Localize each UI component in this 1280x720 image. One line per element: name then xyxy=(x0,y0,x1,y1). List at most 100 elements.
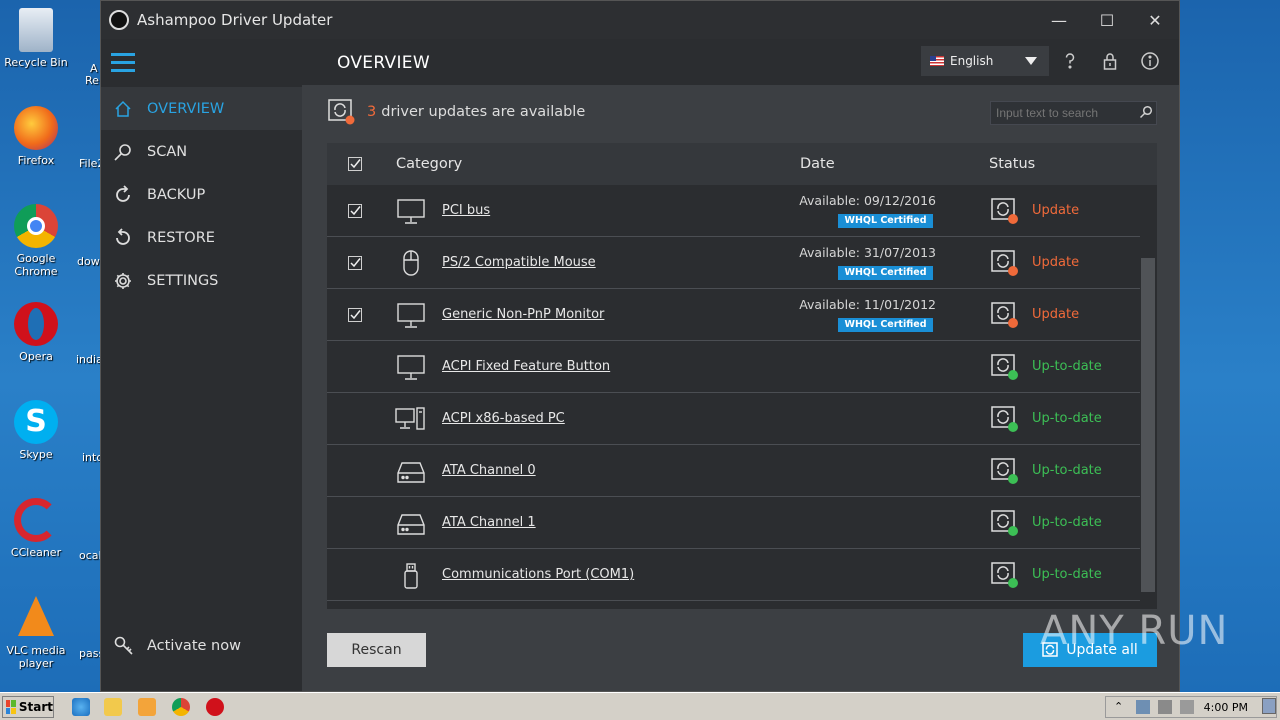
updates-text: driver updates are available xyxy=(381,104,586,120)
available-date: Available: 11/01/2012 xyxy=(799,297,936,312)
status-label: Up-to-date xyxy=(1032,359,1102,374)
desktop-icon-chrome[interactable]: Google Chrome xyxy=(0,204,72,278)
device-name-link[interactable]: Generic Non-PnP Monitor xyxy=(442,307,604,322)
magnifier-icon xyxy=(114,143,131,161)
status-label[interactable]: Update xyxy=(1032,255,1079,270)
status-label: Up-to-date xyxy=(1032,463,1102,478)
column-header-date[interactable]: Date xyxy=(800,156,835,172)
help-icon[interactable] xyxy=(1060,51,1080,71)
info-icon[interactable] xyxy=(1140,51,1160,71)
explorer-taskbar-icon[interactable] xyxy=(104,698,122,716)
sidebar-item-backup[interactable]: BACKUP xyxy=(101,173,302,216)
desktop-icon-label: Google Chrome xyxy=(14,252,58,278)
table-header: Category Date Status xyxy=(327,143,1157,185)
maximize-button[interactable]: ☐ xyxy=(1083,1,1131,39)
device-name-link[interactable]: ATA Channel 1 xyxy=(442,515,536,530)
drivers-table: Category Date Status PCI bus Available: 0… xyxy=(327,143,1157,609)
main-content: 3 driver updates are available Category … xyxy=(302,85,1179,691)
select-all-checkbox[interactable] xyxy=(348,157,362,171)
tray-expand-icon[interactable]: ⌃ xyxy=(1114,700,1128,714)
close-button[interactable]: ✕ xyxy=(1131,1,1179,39)
desktop-icon-vlc[interactable]: VLC media player xyxy=(0,596,72,670)
checkmark-icon xyxy=(350,310,361,320)
rescan-button[interactable]: Rescan xyxy=(327,633,426,667)
device-name-link[interactable]: Communications Port (COM1) xyxy=(442,567,634,582)
device-name-link[interactable]: ATA Channel 0 xyxy=(442,463,536,478)
status-label[interactable]: Update xyxy=(1032,203,1079,218)
device-name-link[interactable]: ACPI Fixed Feature Button xyxy=(442,359,610,374)
key-icon xyxy=(114,636,133,655)
table-row[interactable]: ATA Channel 0 Up-to-date xyxy=(327,445,1140,497)
desktop-icon-label: Recycle Bin xyxy=(4,56,68,69)
desktop-icon-skype[interactable]: S Skype xyxy=(0,400,72,461)
table-row[interactable]: ACPI Fixed Feature Button Up-to-date xyxy=(327,341,1140,393)
table-row[interactable]: Generic Non-PnP Monitor Available: 11/01/… xyxy=(327,289,1140,341)
desktop-icon-label: Firefox xyxy=(17,154,55,167)
table-row[interactable]: ACPI x86-based PC Up-to-date xyxy=(327,393,1140,445)
available-date: Available: 31/07/2013 xyxy=(799,245,936,260)
status-label[interactable]: Update xyxy=(1032,307,1079,322)
ie-taskbar-icon[interactable] xyxy=(72,698,90,716)
sidebar-item-label: SETTINGS xyxy=(147,272,219,289)
monitor-icon xyxy=(397,355,425,380)
row-checkbox[interactable] xyxy=(348,308,362,322)
app-window: Ashampoo Driver Updater — ☐ ✕ OVERVIEW S… xyxy=(100,0,1180,692)
device-name-link[interactable]: PCI bus xyxy=(442,203,490,218)
desktop-icon-recycle-bin[interactable]: Recycle Bin xyxy=(0,8,72,69)
system-tray: ⌃ 4:00 PM xyxy=(1105,696,1277,718)
up-to-date-status-icon xyxy=(991,510,1018,536)
watermark-text: ANY RUN xyxy=(1040,608,1229,654)
title-bar[interactable]: Ashampoo Driver Updater — ☐ ✕ xyxy=(101,1,1179,39)
table-row[interactable]: Communications Port (COM1) Up-to-date xyxy=(327,549,1140,601)
skype-icon: S xyxy=(14,400,58,444)
drive-icon xyxy=(397,462,425,483)
table-row[interactable]: ATA Channel 1 Up-to-date xyxy=(327,497,1140,549)
device-name-link[interactable]: PS/2 Compatible Mouse xyxy=(442,255,596,270)
sidebar-item-scan[interactable]: SCAN xyxy=(101,130,302,173)
show-desktop-button[interactable] xyxy=(1262,698,1276,714)
opera-icon xyxy=(14,302,58,346)
status-label: Up-to-date xyxy=(1032,515,1102,530)
volume-icon[interactable] xyxy=(1158,700,1172,714)
clock[interactable]: 4:00 PM xyxy=(1204,701,1248,714)
desktop-icon-label: CCleaner xyxy=(10,546,62,559)
sidebar-item-settings[interactable]: SETTINGS xyxy=(101,259,302,302)
update-status-icon xyxy=(991,302,1018,328)
column-header-category[interactable]: Category xyxy=(396,156,462,172)
sidebar-item-label: RESTORE xyxy=(147,229,215,246)
checkmark-icon xyxy=(350,206,361,216)
language-select[interactable]: English xyxy=(921,46,1049,76)
scrollbar-thumb[interactable] xyxy=(1141,258,1155,592)
desktop-icon-firefox[interactable]: Firefox xyxy=(0,106,72,167)
home-icon xyxy=(115,100,131,117)
desktop-icon-opera[interactable]: Opera xyxy=(0,302,72,363)
search-input[interactable] xyxy=(990,101,1157,125)
row-checkbox[interactable] xyxy=(348,256,362,270)
sidebar-item-overview[interactable]: OVERVIEW xyxy=(101,87,302,130)
app-logo-icon xyxy=(109,10,129,30)
up-to-date-status-icon xyxy=(991,458,1018,484)
table-row[interactable]: PS/2 Compatible Mouse Available: 31/07/20… xyxy=(327,237,1140,289)
row-checkbox[interactable] xyxy=(348,204,362,218)
minimize-button[interactable]: — xyxy=(1035,1,1083,39)
search-icon[interactable] xyxy=(1139,105,1153,119)
sidebar-item-restore[interactable]: RESTORE xyxy=(101,216,302,259)
chrome-taskbar-icon[interactable] xyxy=(172,698,190,716)
network-icon[interactable] xyxy=(1136,700,1150,714)
table-row[interactable]: PCI bus Available: 09/12/2016 WHQL Certifi… xyxy=(327,185,1140,237)
recycle-bin-icon xyxy=(19,8,53,52)
lock-icon[interactable] xyxy=(1100,51,1120,71)
language-label: English xyxy=(950,54,994,68)
desktop-icon-ccleaner[interactable]: CCleaner xyxy=(0,498,72,559)
up-to-date-status-icon xyxy=(991,406,1018,432)
hamburger-menu-icon[interactable] xyxy=(111,53,135,73)
opera-taskbar-icon[interactable] xyxy=(206,698,224,716)
media-player-taskbar-icon[interactable] xyxy=(138,698,156,716)
start-button[interactable]: Start xyxy=(2,696,54,718)
up-to-date-status-icon xyxy=(991,562,1018,588)
column-header-status[interactable]: Status xyxy=(989,156,1035,172)
window-controls: — ☐ ✕ xyxy=(1035,1,1179,39)
activate-now-link[interactable]: Activate now xyxy=(113,635,241,657)
device-name-link[interactable]: ACPI x86-based PC xyxy=(442,411,565,426)
flag-icon[interactable] xyxy=(1180,700,1194,714)
